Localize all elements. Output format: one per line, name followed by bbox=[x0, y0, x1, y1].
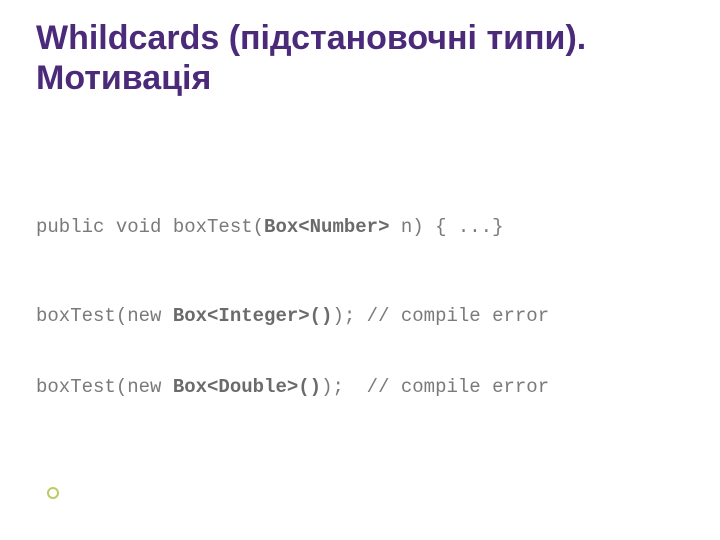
code-line-2: boxTest(new Box<Integer>()); // compile … bbox=[36, 305, 684, 329]
code-line-1-a: public void boxTest( bbox=[36, 216, 264, 238]
code-line-1: public void boxTest(Box<Number> n) { ...… bbox=[36, 216, 684, 240]
code-block: public void boxTest(Box<Number> n) { ...… bbox=[36, 168, 684, 447]
slide: Whildcards (підстановочні типи). Мотивац… bbox=[0, 0, 720, 540]
code-line-2-a: boxTest(new bbox=[36, 305, 173, 327]
code-line-3-c: ); // compile error bbox=[321, 376, 549, 398]
code-line-3: boxTest(new Box<Double>()); // compile e… bbox=[36, 376, 684, 400]
decorative-bullet-icon bbox=[47, 487, 59, 499]
code-line-1-b: Box<Number> bbox=[264, 216, 389, 238]
code-line-3-b: Box<Double>() bbox=[173, 376, 321, 398]
code-line-1-c: n) { ...} bbox=[389, 216, 503, 238]
code-line-2-c: ); // compile error bbox=[332, 305, 549, 327]
code-line-2-b: Box<Integer>() bbox=[173, 305, 333, 327]
slide-title: Whildcards (підстановочні типи). Мотивац… bbox=[36, 18, 684, 98]
code-line-3-a: boxTest(new bbox=[36, 376, 173, 398]
